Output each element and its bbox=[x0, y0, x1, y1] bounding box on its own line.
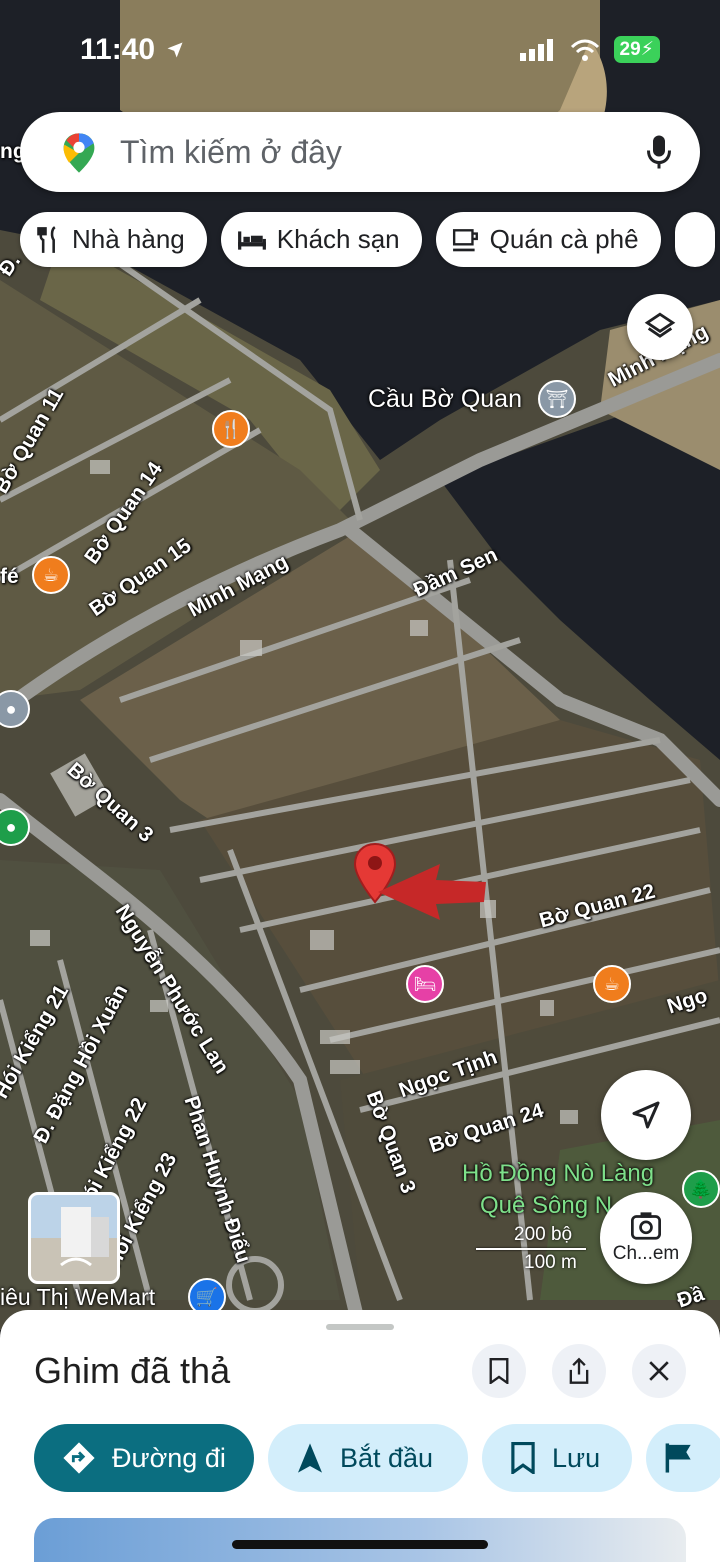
street-view-thumbnail[interactable] bbox=[28, 1192, 120, 1284]
battery-indicator: 29⚡ bbox=[613, 36, 660, 63]
cafe-poi-icon[interactable]: ☕ bbox=[593, 965, 631, 1003]
layers-icon bbox=[644, 312, 676, 338]
bookmark-icon bbox=[489, 1358, 509, 1384]
status-time: 11:40 bbox=[80, 33, 156, 66]
save-button[interactable]: Lưu bbox=[482, 1424, 632, 1492]
bed-icon bbox=[237, 230, 266, 250]
save-label: Lưu bbox=[552, 1442, 601, 1473]
navigation-arrow-icon bbox=[632, 1101, 660, 1129]
street-label: fé bbox=[0, 565, 19, 588]
signal-icon bbox=[519, 38, 553, 61]
sheet-drag-handle[interactable] bbox=[326, 1324, 394, 1330]
scale-metric: 100 m bbox=[524, 1252, 577, 1273]
map-view[interactable]: Minh Mạng Bờ Quan 14 Bờ Quan 15 Minh Mạn… bbox=[0, 0, 720, 1330]
chip-label: Quán cà phê bbox=[489, 224, 639, 254]
microphone-icon[interactable] bbox=[646, 134, 672, 170]
tree-poi-icon[interactable]: 🌲 bbox=[682, 1170, 720, 1208]
category-chips: Nhà hàng Khách sạn Quán cà phê bbox=[20, 212, 715, 267]
battery-level: 29 bbox=[619, 39, 641, 60]
save-icon-button[interactable] bbox=[472, 1344, 526, 1398]
start-label: Bắt đầu bbox=[340, 1442, 434, 1473]
wifi-icon bbox=[570, 39, 599, 61]
action-buttons: Đường đi Bắt đầu Lưu bbox=[34, 1424, 720, 1492]
google-maps-logo-icon bbox=[63, 133, 95, 173]
chip-hotels[interactable]: Khách sạn bbox=[220, 212, 422, 267]
restaurant-poi-icon[interactable]: 🍴 bbox=[212, 410, 250, 448]
status-bar: 11:40 29⚡ bbox=[0, 0, 720, 100]
search-bar[interactable]: Tìm kiếm ở đây bbox=[20, 112, 700, 192]
place-bottom-sheet[interactable]: Ghim đã thả Đường đi Bắt đầu Lưu bbox=[0, 1310, 720, 1562]
camera-lens-icon bbox=[631, 1212, 661, 1240]
my-location-button[interactable] bbox=[601, 1070, 691, 1160]
supermarket-label[interactable]: iêu Thị WeMart bbox=[0, 1284, 155, 1311]
share-button[interactable] bbox=[552, 1344, 606, 1398]
chip-restaurants[interactable]: Nhà hàng bbox=[20, 212, 207, 267]
coffee-icon bbox=[452, 228, 478, 251]
label-button[interactable] bbox=[646, 1424, 720, 1492]
chip-coffee[interactable]: Quán cà phê bbox=[435, 212, 661, 267]
park-label-line1: Hồ Đồng Nò Làng bbox=[462, 1160, 655, 1187]
start-button[interactable]: Bắt đầu bbox=[268, 1424, 468, 1492]
search-input[interactable]: Tìm kiếm ở đây bbox=[120, 134, 342, 171]
directions-icon bbox=[63, 1442, 95, 1474]
fork-knife-icon bbox=[37, 225, 56, 253]
home-indicator[interactable] bbox=[232, 1540, 488, 1549]
navigation-start-icon bbox=[298, 1443, 322, 1473]
lens-label: Ch...em bbox=[612, 1243, 680, 1264]
chip-label: Khách sạn bbox=[276, 224, 400, 254]
location-arrow-icon bbox=[167, 42, 183, 58]
flag-icon bbox=[665, 1443, 691, 1473]
cafe-poi-icon[interactable]: ☕ bbox=[32, 556, 70, 594]
lens-button[interactable]: Ch...em bbox=[600, 1192, 692, 1284]
close-icon bbox=[649, 1361, 669, 1381]
bookmark-icon bbox=[511, 1442, 535, 1474]
sheet-title: Ghim đã thả bbox=[34, 1350, 231, 1391]
bridge-icon[interactable]: ⛩ bbox=[538, 380, 576, 418]
hotel-poi-icon[interactable]: 🛏 bbox=[406, 965, 444, 1003]
annotation-arrow-icon bbox=[378, 864, 486, 920]
layers-button[interactable] bbox=[627, 294, 693, 360]
chip-label: Nhà hàng bbox=[72, 224, 185, 254]
directions-button[interactable]: Đường đi bbox=[34, 1424, 254, 1492]
scale-imperial: 200 bộ bbox=[514, 1224, 573, 1245]
share-icon bbox=[569, 1357, 589, 1384]
scale-bar: 200 bộ 100 m bbox=[476, 1224, 586, 1274]
chip-more[interactable] bbox=[674, 212, 715, 267]
close-button[interactable] bbox=[632, 1344, 686, 1398]
bridge-label[interactable]: Cầu Bờ Quan bbox=[368, 385, 522, 414]
directions-label: Đường đi bbox=[112, 1442, 226, 1473]
